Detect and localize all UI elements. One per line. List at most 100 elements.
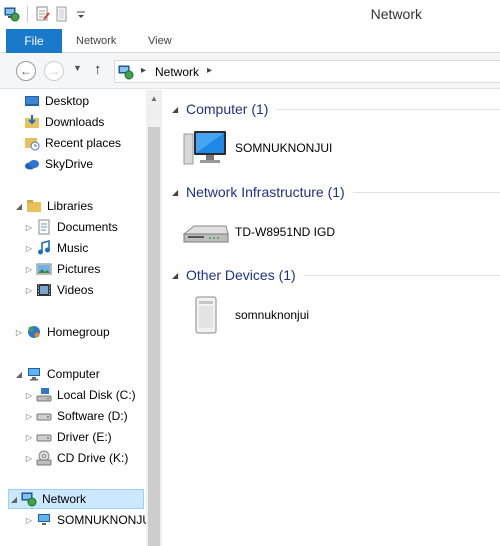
collapsed-chevron-icon[interactable]: ▷ (14, 328, 24, 337)
computer-icon (26, 366, 42, 382)
nav-item-desktop[interactable]: Desktop (24, 91, 89, 111)
videos-icon (36, 282, 52, 298)
nav-item-label: Documents (57, 220, 118, 234)
downloads-icon (24, 114, 40, 130)
router-icon (182, 212, 230, 252)
nav-item-documents[interactable]: ▷ Documents (24, 217, 118, 237)
window-title: Network (370, 6, 422, 22)
tab-view[interactable]: View (148, 29, 172, 53)
group-divider (276, 108, 500, 110)
nav-item-label: Network (42, 492, 87, 506)
nav-item-label: Local Disk (C:) (57, 388, 136, 402)
up-arrow-icon[interactable]: ↑ (94, 61, 102, 78)
back-button[interactable]: ← (16, 61, 36, 81)
nav-item-label: Downloads (45, 115, 105, 129)
address-bar[interactable]: ▸ Network ▸ (114, 60, 500, 83)
tab-network[interactable]: Network (76, 29, 116, 53)
group-collapse-chevron-icon[interactable]: ◢ (172, 105, 184, 114)
nav-item-cd-drive-k[interactable]: ▷ CD Drive (K:) (24, 448, 128, 468)
media-device-icon (182, 295, 230, 335)
breadcrumb-separator-icon[interactable]: ▸ (141, 65, 146, 76)
group-header-other-devices[interactable]: ◢ Other Devices (1) (172, 265, 500, 285)
group-collapse-chevron-icon[interactable]: ◢ (172, 188, 184, 197)
breadcrumb-separator-icon[interactable]: ▸ (207, 65, 212, 76)
collapsed-chevron-icon[interactable]: ▷ (24, 454, 34, 463)
collapsed-chevron-icon[interactable]: ▷ (24, 265, 34, 274)
nav-item-software-d[interactable]: ▷ Software (D:) (24, 406, 128, 426)
nav-item-driver-e[interactable]: ▷ Driver (E:) (24, 427, 112, 447)
new-folder-icon[interactable] (54, 6, 70, 22)
nav-item-homegroup[interactable]: ▷ Homegroup (14, 322, 110, 342)
breadcrumb-network[interactable]: Network (155, 65, 199, 79)
tab-file[interactable]: File (6, 29, 62, 53)
nav-item-videos[interactable]: ▷ Videos (24, 280, 94, 300)
recent-places-icon (24, 135, 40, 151)
nav-item-skydrive[interactable]: SkyDrive (24, 154, 93, 174)
group-title: Network Infrastructure (1) (186, 184, 345, 200)
cd-drive-icon (36, 450, 52, 466)
collapsed-chevron-icon[interactable]: ▷ (24, 244, 34, 253)
back-arrow-icon: ← (20, 64, 32, 78)
nav-item-pictures[interactable]: ▷ Pictures (24, 259, 100, 279)
scroll-up-arrow-icon[interactable]: ▲ (150, 94, 158, 103)
collapsed-chevron-icon[interactable]: ▷ (24, 433, 34, 442)
group-header-computer[interactable]: ◢ Computer (1) (172, 99, 500, 119)
nav-item-downloads[interactable]: Downloads (24, 112, 104, 132)
group-title: Computer (1) (186, 101, 269, 117)
collapsed-chevron-icon[interactable]: ▷ (24, 223, 34, 232)
collapsed-chevron-icon[interactable]: ▷ (24, 516, 34, 525)
nav-item-label: Videos (57, 283, 94, 297)
computer-monitor-icon (182, 128, 230, 168)
nav-item-label: Computer (47, 367, 100, 381)
navigation-pane: Desktop Downloads Recent places SkyDrive… (0, 90, 154, 546)
nav-item-network[interactable]: ◢ Network (8, 489, 144, 509)
nav-item-recent-places[interactable]: Recent places (24, 133, 121, 153)
toolbar-separator (27, 6, 28, 22)
collapsed-chevron-icon[interactable]: ▷ (24, 391, 34, 400)
nav-item-label: SkyDrive (45, 157, 94, 171)
computer-icon (36, 512, 52, 528)
nav-item-local-disk-c[interactable]: ▷ Local Disk (C:) (24, 385, 136, 405)
ribbon-tabs: File Network View (0, 29, 500, 53)
group-divider (352, 191, 500, 193)
expanded-chevron-icon[interactable]: ◢ (9, 495, 19, 504)
libraries-icon (26, 198, 42, 214)
pictures-icon (36, 261, 52, 277)
documents-icon (36, 219, 52, 235)
item-router-td-w8951nd[interactable]: TD-W8951ND IGD (182, 212, 335, 252)
address-row: ← → ▼ ↑ ▸ Network ▸ (0, 53, 500, 89)
group-collapse-chevron-icon[interactable]: ◢ (172, 271, 184, 280)
properties-icon[interactable] (35, 6, 51, 22)
group-header-network-infrastructure[interactable]: ◢ Network Infrastructure (1) (172, 182, 500, 202)
nav-scrollbar[interactable]: ▲ (146, 90, 162, 546)
nav-item-libraries[interactable]: ◢ Libraries (14, 196, 93, 216)
expanded-chevron-icon[interactable]: ◢ (14, 202, 24, 211)
nav-item-label: Music (57, 241, 89, 255)
nav-item-music[interactable]: ▷ Music (24, 238, 88, 258)
item-label: SOMNUKNONJUI (235, 141, 333, 155)
quick-access-toolbar (4, 4, 89, 24)
scrollbar-thumb[interactable] (148, 127, 160, 546)
collapsed-chevron-icon[interactable]: ▷ (24, 412, 34, 421)
content-pane: ◢ Computer (1) SOMNUKNONJUI ◢ Network In… (162, 90, 500, 546)
item-computer-somnuknonjui[interactable]: SOMNUKNONJUI (182, 128, 332, 168)
network-icon (4, 6, 20, 22)
network-icon (118, 64, 134, 83)
expanded-chevron-icon[interactable]: ◢ (14, 370, 24, 379)
nav-item-computer[interactable]: ◢ Computer (14, 364, 100, 384)
recent-locations-chevron-icon[interactable]: ▼ (73, 63, 82, 73)
item-device-somnuknonjui[interactable]: somnuknonjui (182, 295, 309, 335)
nav-item-label: CD Drive (K:) (57, 451, 129, 465)
forward-arrow-icon: → (48, 64, 60, 78)
nav-item-label: Driver (E:) (57, 430, 112, 444)
nav-item-label: Libraries (47, 199, 94, 213)
customize-toolbar-icon[interactable] (73, 6, 89, 22)
nav-item-label: Pictures (57, 262, 101, 276)
collapsed-chevron-icon[interactable]: ▷ (24, 286, 34, 295)
system-drive-icon (36, 387, 52, 403)
forward-button[interactable]: → (44, 61, 64, 81)
network-icon (21, 491, 37, 507)
desktop-icon (24, 93, 40, 109)
nav-item-network-somnuknonjui[interactable]: ▷ SOMNUKNONJUI (24, 510, 154, 530)
drive-icon (36, 429, 52, 445)
